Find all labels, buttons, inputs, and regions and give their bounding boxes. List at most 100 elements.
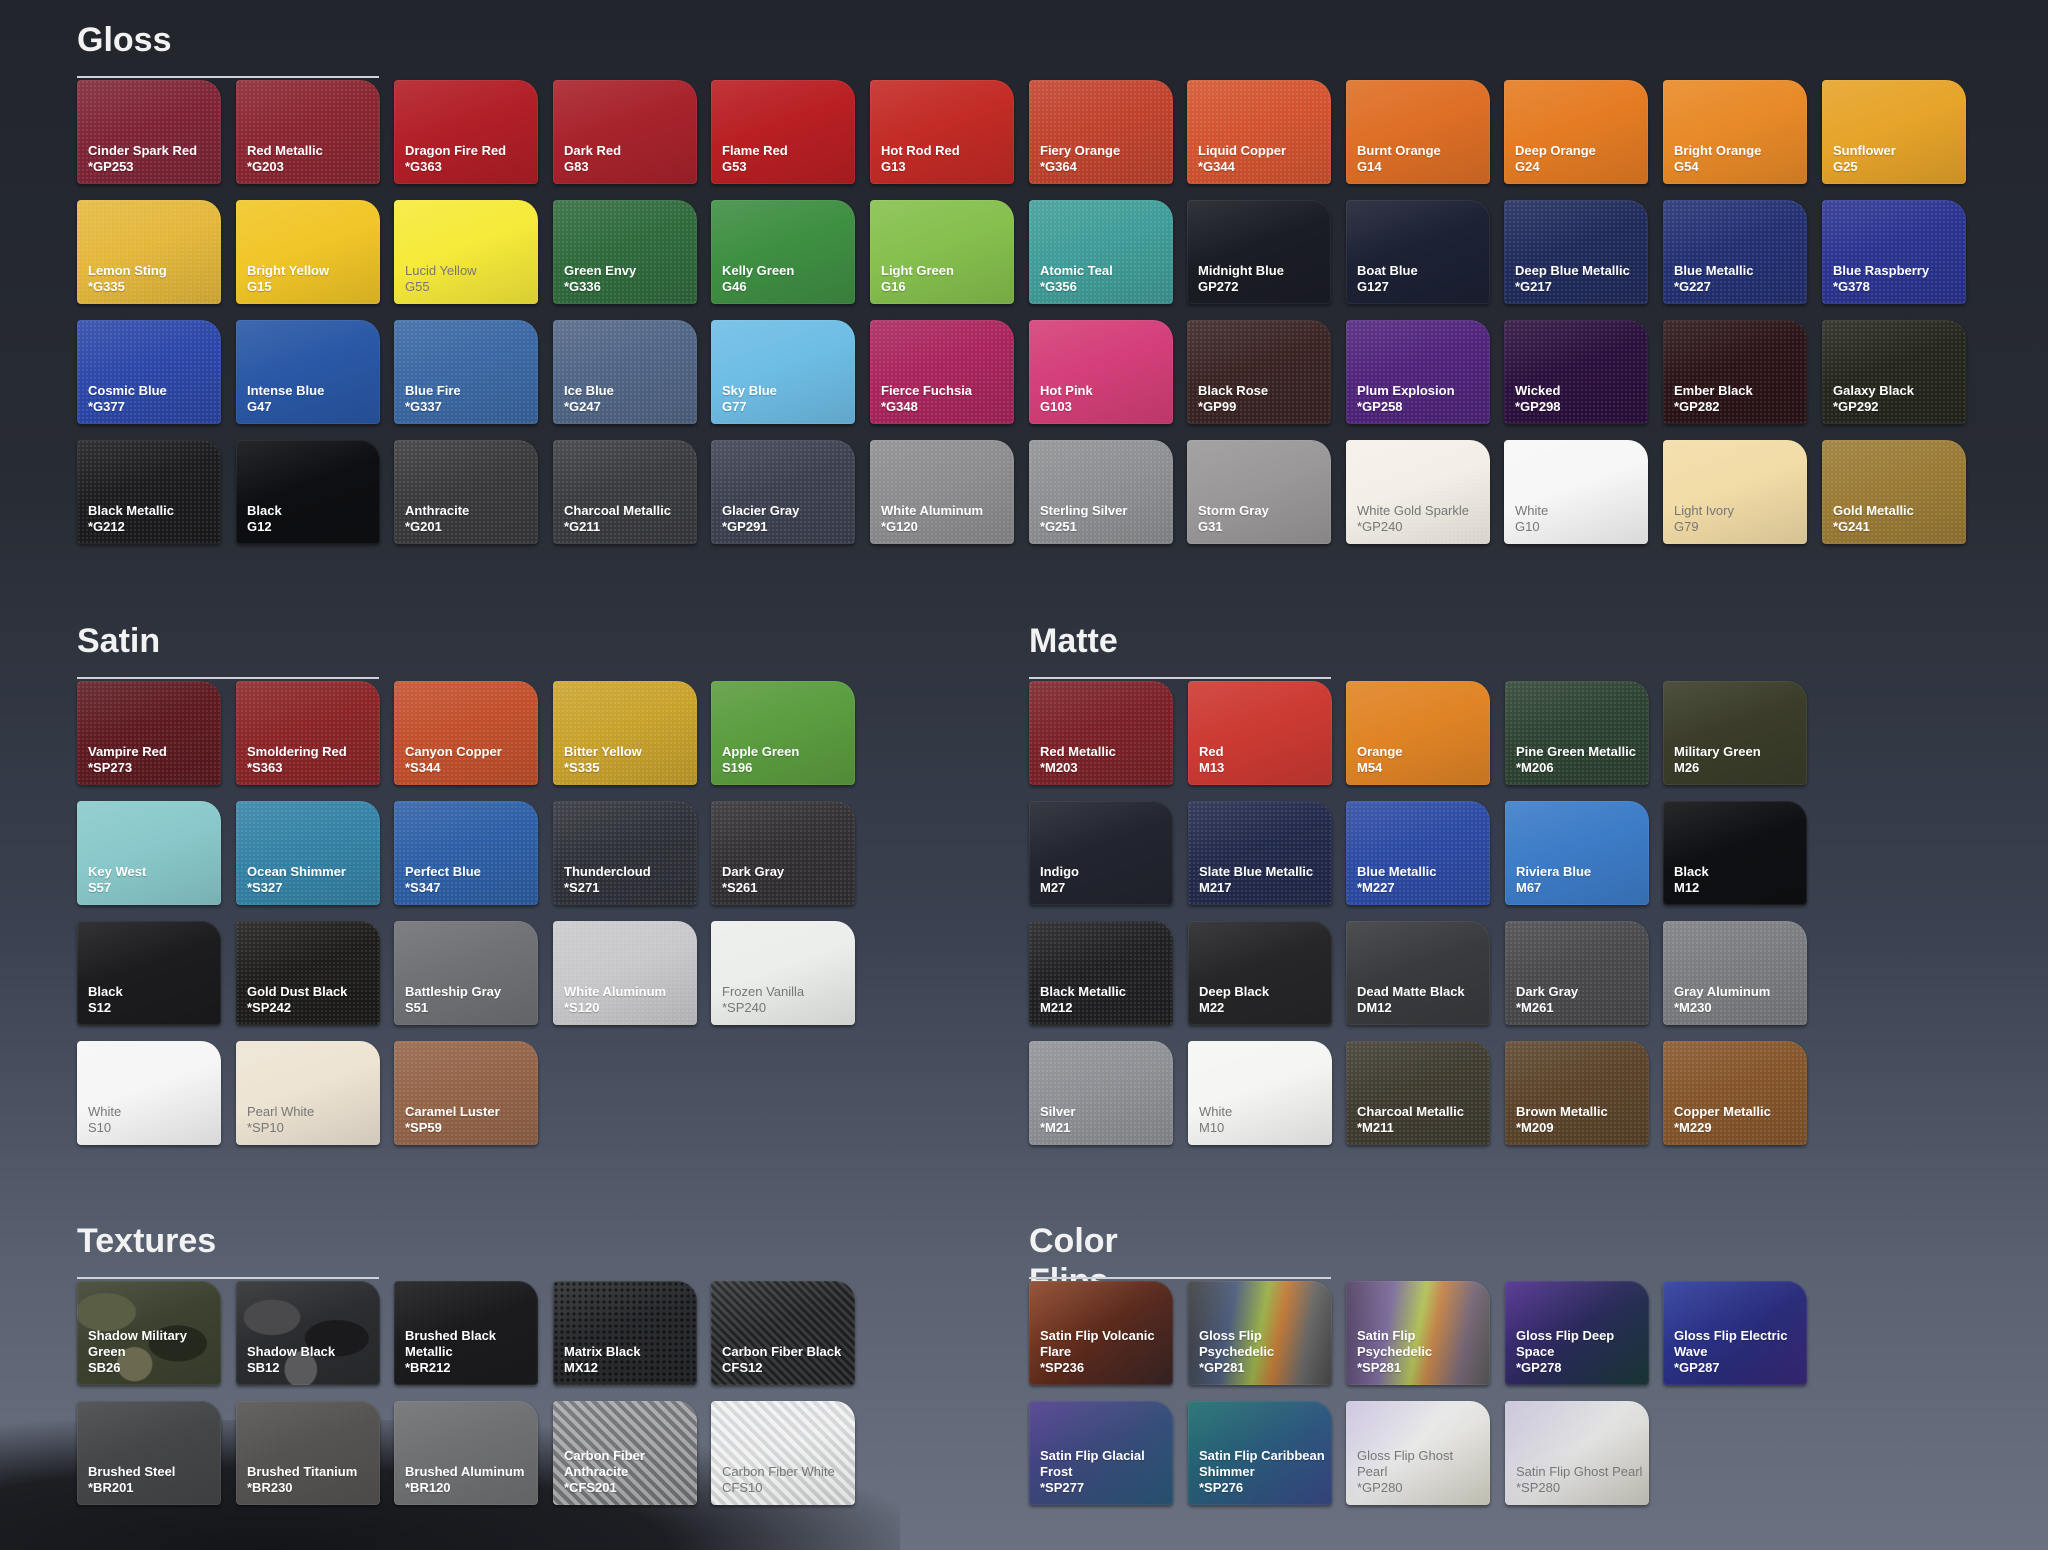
swatch-key-west[interactable]: Key West S57 (77, 801, 221, 905)
swatch-bright-yellow[interactable]: Bright Yellow G15 (236, 200, 380, 304)
swatch-blue-metallic[interactable]: Blue Metallic *G227 (1663, 200, 1807, 304)
swatch-hot-pink[interactable]: Hot Pink G103 (1029, 320, 1173, 424)
swatch-charcoal-metallic[interactable]: Charcoal Metallic *G211 (553, 440, 697, 544)
swatch-carbon-fiber-white[interactable]: Carbon Fiber White CFS10 (711, 1401, 855, 1505)
swatch-satin-flip-psychedelic[interactable]: Satin Flip Psychedelic *SP281 (1346, 1281, 1490, 1385)
swatch-red[interactable]: Red M13 (1188, 681, 1332, 785)
swatch-white[interactable]: White M10 (1188, 1041, 1332, 1145)
swatch-white[interactable]: White S10 (77, 1041, 221, 1145)
swatch-black[interactable]: Black S12 (77, 921, 221, 1025)
swatch-gloss-flip-deep-space[interactable]: Gloss Flip Deep Space *GP278 (1505, 1281, 1649, 1385)
swatch-wicked[interactable]: Wicked *GP298 (1504, 320, 1648, 424)
swatch-white-aluminum[interactable]: White Aluminum *G120 (870, 440, 1014, 544)
swatch-military-green[interactable]: Military Green M26 (1663, 681, 1807, 785)
swatch-dark-red[interactable]: Dark Red G83 (553, 80, 697, 184)
swatch-ember-black[interactable]: Ember Black *GP282 (1663, 320, 1807, 424)
swatch-battleship-gray[interactable]: Battleship Gray S51 (394, 921, 538, 1025)
swatch-satin-flip-caribbean-shimmer[interactable]: Satin Flip Caribbean Shimmer *SP276 (1188, 1401, 1332, 1505)
swatch-gold-metallic[interactable]: Gold Metallic *G241 (1822, 440, 1966, 544)
swatch-red-metallic[interactable]: Red Metallic *M203 (1029, 681, 1173, 785)
swatch-black[interactable]: Black M12 (1663, 801, 1807, 905)
swatch-black-rose[interactable]: Black Rose *GP99 (1187, 320, 1331, 424)
swatch-atomic-teal[interactable]: Atomic Teal *G356 (1029, 200, 1173, 304)
swatch-canyon-copper[interactable]: Canyon Copper *S344 (394, 681, 538, 785)
swatch-copper-metallic[interactable]: Copper Metallic *M229 (1663, 1041, 1807, 1145)
swatch-black[interactable]: Black G12 (236, 440, 380, 544)
swatch-brown-metallic[interactable]: Brown Metallic *M209 (1505, 1041, 1649, 1145)
swatch-gloss-flip-psychedelic[interactable]: Gloss Flip Psychedelic *GP281 (1188, 1281, 1332, 1385)
swatch-thundercloud[interactable]: Thundercloud *S271 (553, 801, 697, 905)
swatch-carbon-fiber-anthracite[interactable]: Carbon Fiber Anthracite *CFS201 (553, 1401, 697, 1505)
swatch-blue-fire[interactable]: Blue Fire *G337 (394, 320, 538, 424)
swatch-shadow-military-green[interactable]: Shadow Military Green SB26 (77, 1281, 221, 1385)
swatch-blue-metallic[interactable]: Blue Metallic *M227 (1346, 801, 1490, 905)
swatch-lemon-sting[interactable]: Lemon Sting *G335 (77, 200, 221, 304)
swatch-cinder-spark-red[interactable]: Cinder Spark Red *GP253 (77, 80, 221, 184)
swatch-cosmic-blue[interactable]: Cosmic Blue *G377 (77, 320, 221, 424)
swatch-burnt-orange[interactable]: Burnt Orange G14 (1346, 80, 1490, 184)
swatch-light-green[interactable]: Light Green G16 (870, 200, 1014, 304)
swatch-gloss-flip-electric-wave[interactable]: Gloss Flip Electric Wave *GP287 (1663, 1281, 1807, 1385)
swatch-ocean-shimmer[interactable]: Ocean Shimmer *S327 (236, 801, 380, 905)
swatch-white[interactable]: White G10 (1504, 440, 1648, 544)
swatch-liquid-copper[interactable]: Liquid Copper *G344 (1187, 80, 1331, 184)
swatch-silver[interactable]: Silver *M21 (1029, 1041, 1173, 1145)
swatch-plum-explosion[interactable]: Plum Explosion *GP258 (1346, 320, 1490, 424)
swatch-fiery-orange[interactable]: Fiery Orange *G364 (1029, 80, 1173, 184)
swatch-vampire-red[interactable]: Vampire Red *SP273 (77, 681, 221, 785)
swatch-carbon-fiber-black[interactable]: Carbon Fiber Black CFS12 (711, 1281, 855, 1385)
swatch-smoldering-red[interactable]: Smoldering Red *S363 (236, 681, 380, 785)
swatch-ice-blue[interactable]: Ice Blue *G247 (553, 320, 697, 424)
swatch-frozen-vanilla[interactable]: Frozen Vanilla *SP240 (711, 921, 855, 1025)
swatch-galaxy-black[interactable]: Galaxy Black *GP292 (1822, 320, 1966, 424)
swatch-anthracite[interactable]: Anthracite *G201 (394, 440, 538, 544)
swatch-gloss-flip-ghost-pearl[interactable]: Gloss Flip Ghost Pearl *GP280 (1346, 1401, 1490, 1505)
swatch-red-metallic[interactable]: Red Metallic *G203 (236, 80, 380, 184)
swatch-sterling-silver[interactable]: Sterling Silver *G251 (1029, 440, 1173, 544)
swatch-brushed-titanium[interactable]: Brushed Titanium *BR230 (236, 1401, 380, 1505)
swatch-flame-red[interactable]: Flame Red G53 (711, 80, 855, 184)
swatch-intense-blue[interactable]: Intense Blue G47 (236, 320, 380, 424)
swatch-pearl-white[interactable]: Pearl White *SP10 (236, 1041, 380, 1145)
swatch-deep-orange[interactable]: Deep Orange G24 (1504, 80, 1648, 184)
swatch-matrix-black[interactable]: Matrix Black MX12 (553, 1281, 697, 1385)
swatch-storm-gray[interactable]: Storm Gray G31 (1187, 440, 1331, 544)
swatch-bright-orange[interactable]: Bright Orange G54 (1663, 80, 1807, 184)
swatch-deep-blue-metallic[interactable]: Deep Blue Metallic *G217 (1504, 200, 1648, 304)
swatch-dragon-fire-red[interactable]: Dragon Fire Red *G363 (394, 80, 538, 184)
swatch-orange[interactable]: Orange M54 (1346, 681, 1490, 785)
swatch-deep-black[interactable]: Deep Black M22 (1188, 921, 1332, 1025)
swatch-glacier-gray[interactable]: Glacier Gray *GP291 (711, 440, 855, 544)
swatch-fierce-fuchsia[interactable]: Fierce Fuchsia *G348 (870, 320, 1014, 424)
swatch-perfect-blue[interactable]: Perfect Blue *S347 (394, 801, 538, 905)
swatch-blue-raspberry[interactable]: Blue Raspberry *G378 (1822, 200, 1966, 304)
swatch-sky-blue[interactable]: Sky Blue G77 (711, 320, 855, 424)
swatch-white-aluminum[interactable]: White Aluminum *S120 (553, 921, 697, 1025)
swatch-pine-green-metallic[interactable]: Pine Green Metallic *M206 (1505, 681, 1649, 785)
swatch-lucid-yellow[interactable]: Lucid Yellow G55 (394, 200, 538, 304)
swatch-riviera-blue[interactable]: Riviera Blue M67 (1505, 801, 1649, 905)
swatch-sunflower[interactable]: Sunflower G25 (1822, 80, 1966, 184)
swatch-brushed-aluminum[interactable]: Brushed Aluminum *BR120 (394, 1401, 538, 1505)
swatch-charcoal-metallic[interactable]: Charcoal Metallic *M211 (1346, 1041, 1490, 1145)
swatch-apple-green[interactable]: Apple Green S196 (711, 681, 855, 785)
swatch-satin-flip-volcanic-flare[interactable]: Satin Flip Volcanic Flare *SP236 (1029, 1281, 1173, 1385)
swatch-boat-blue[interactable]: Boat Blue G127 (1346, 200, 1490, 304)
swatch-shadow-black[interactable]: Shadow Black SB12 (236, 1281, 380, 1385)
swatch-black-metallic[interactable]: Black Metallic *G212 (77, 440, 221, 544)
swatch-brushed-black-metallic[interactable]: Brushed Black Metallic *BR212 (394, 1281, 538, 1385)
swatch-dead-matte-black[interactable]: Dead Matte Black DM12 (1346, 921, 1490, 1025)
swatch-bitter-yellow[interactable]: Bitter Yellow *S335 (553, 681, 697, 785)
swatch-gray-aluminum[interactable]: Gray Aluminum *M230 (1663, 921, 1807, 1025)
swatch-kelly-green[interactable]: Kelly Green G46 (711, 200, 855, 304)
swatch-satin-flip-glacial-frost[interactable]: Satin Flip Glacial Frost *SP277 (1029, 1401, 1173, 1505)
swatch-white-gold-sparkle[interactable]: White Gold Sparkle *GP240 (1346, 440, 1490, 544)
swatch-gold-dust-black[interactable]: Gold Dust Black *SP242 (236, 921, 380, 1025)
swatch-green-envy[interactable]: Green Envy *G336 (553, 200, 697, 304)
swatch-caramel-luster[interactable]: Caramel Luster *SP59 (394, 1041, 538, 1145)
swatch-dark-gray[interactable]: Dark Gray *M261 (1505, 921, 1649, 1025)
swatch-dark-gray[interactable]: Dark Gray *S261 (711, 801, 855, 905)
swatch-black-metallic[interactable]: Black Metallic M212 (1029, 921, 1173, 1025)
swatch-midnight-blue[interactable]: Midnight Blue GP272 (1187, 200, 1331, 304)
swatch-slate-blue-metallic[interactable]: Slate Blue Metallic M217 (1188, 801, 1332, 905)
